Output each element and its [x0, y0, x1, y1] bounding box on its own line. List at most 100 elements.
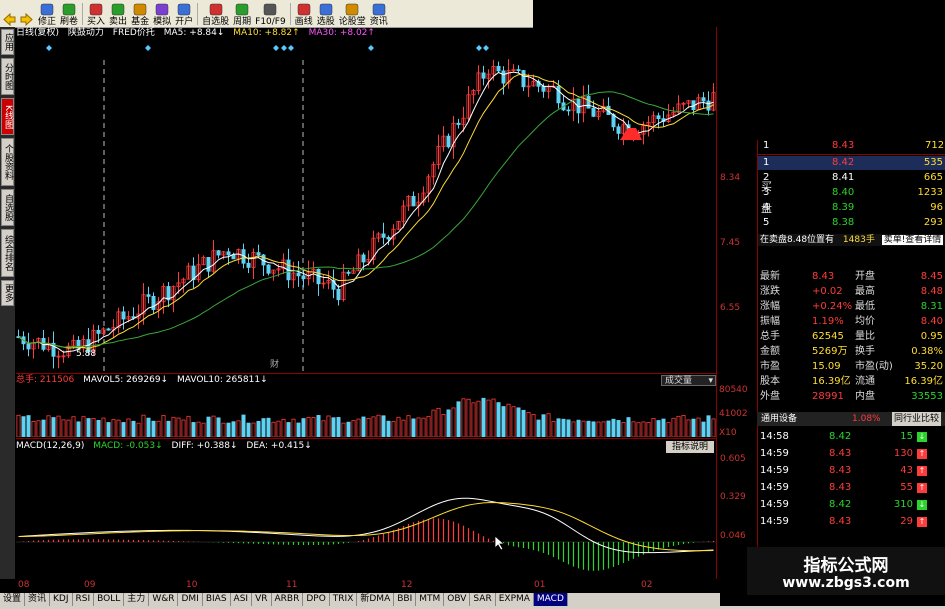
period-label[interactable]: 日线(复权) — [16, 28, 59, 38]
buy-row[interactable]: 5 8.38 293 — [757, 216, 945, 230]
indicator-tab-macd[interactable]: MACD — [533, 593, 568, 606]
buy-row[interactable]: 3 8.40 1233 — [757, 186, 945, 200]
toolbar-button-1[interactable]: 刷卷 — [58, 1, 80, 27]
indicator-tab-sar[interactable]: SAR — [470, 593, 496, 606]
volume-bar — [261, 418, 266, 437]
price-tick-1: 8.34 — [720, 173, 741, 183]
indicator-tab-mtm[interactable]: MTM — [416, 593, 445, 606]
side-tab-0[interactable]: 应用 — [1, 29, 14, 55]
up-arrow-icon: ↑ — [917, 466, 927, 476]
indicator-tab-boll[interactable]: BOLL — [94, 593, 125, 606]
buy-row[interactable]: 2 8.41 665 — [757, 171, 945, 185]
volume-bar — [76, 421, 81, 437]
indicator-tab-kdj[interactable]: KDJ — [50, 593, 73, 606]
indicator-tab-arbr[interactable]: ARBR — [272, 593, 304, 606]
tick-row: 14:59 8.43 55 ↑ — [757, 481, 945, 495]
volume-bar — [111, 419, 116, 437]
side-tab-3[interactable]: 个股资料 — [1, 138, 14, 186]
indicator-tab-vr[interactable]: VR — [252, 593, 272, 606]
quote-row: 最新 8.43 开盘 8.45 — [757, 270, 945, 284]
quote-label: 振幅 — [760, 316, 780, 327]
level: 1 — [763, 157, 770, 168]
quote-label: 涨跌 — [760, 286, 780, 297]
indicator-tab-trix[interactable]: TRIX — [330, 593, 358, 606]
volume-bar — [691, 418, 696, 437]
diff-line — [18, 497, 714, 554]
volume-bar — [666, 422, 671, 437]
toolbar-button-6[interactable]: 开户 — [173, 1, 195, 27]
buy-row[interactable]: 1 8.42 535 — [757, 156, 945, 170]
volume: 96 — [930, 202, 943, 213]
quote-value: 33553 — [911, 391, 943, 402]
volume-bar — [421, 417, 426, 437]
side-tab-4[interactable]: 自选股 — [1, 189, 14, 226]
quote-label: 市盈(动) — [855, 361, 893, 372]
toolbar-button-11[interactable]: 选股 — [315, 1, 337, 27]
indicator-tab-新dma[interactable]: 新DMA — [357, 593, 395, 606]
volume-bar — [171, 416, 176, 437]
toolbar-button-12[interactable]: 论股堂 — [337, 1, 368, 27]
tick-price: 8.43 — [829, 482, 852, 493]
indicator-help-button[interactable]: 指标说明 — [666, 441, 714, 453]
up-arrow-icon: ↑ — [917, 483, 927, 493]
signal-marker — [483, 45, 489, 51]
toolbar-button-5[interactable]: 模拟 — [151, 1, 173, 27]
toolbar-button-4[interactable]: 基金 — [129, 1, 151, 27]
candle-body — [226, 251, 231, 256]
kline-chart[interactable] — [16, 40, 716, 373]
sell-row[interactable]: 1 8.43 712 — [757, 140, 945, 154]
event-marker[interactable]: 财 — [270, 357, 279, 370]
toolbar-button-3[interactable]: 卖出 — [107, 1, 129, 27]
indicator-tab-设置[interactable]: 设置 — [0, 593, 26, 606]
toolbar-button-9[interactable]: F10/F9 — [253, 1, 288, 27]
toolbar-button-7[interactable]: 自选股 — [200, 1, 231, 27]
candle-body — [266, 264, 271, 274]
volume-bar — [186, 415, 191, 437]
back-button[interactable] — [0, 1, 18, 27]
volume-bar — [556, 418, 561, 437]
quote-value: 62545 — [812, 331, 844, 342]
indicator-tab-dmi[interactable]: DMI — [178, 593, 203, 606]
volume-dropdown[interactable]: 成交量 ▾ — [661, 375, 716, 386]
indicator-tab-dpo[interactable]: DPO — [303, 593, 330, 606]
industry-compare-button[interactable]: 同行业比较 — [892, 412, 942, 426]
indicator-tab-资讯[interactable]: 资讯 — [25, 593, 51, 606]
volume-chart[interactable] — [16, 387, 716, 437]
industry-bar[interactable]: 通用设备 1.08% 同行业比较 — [757, 412, 945, 426]
indicator-tab-rsi[interactable]: RSI — [73, 593, 95, 606]
toolbar-label: 修正 — [38, 17, 57, 27]
macd-chart[interactable] — [16, 454, 716, 579]
buy-row[interactable]: 4 8.39 96 — [757, 201, 945, 215]
candle-body — [381, 233, 386, 238]
volume-bar — [276, 420, 281, 437]
toolbar-button-2[interactable]: 买入 — [85, 1, 107, 27]
big-order-notice[interactable]: 在卖盘8.48位置有 1483手 卖单!查看详情 — [757, 234, 945, 246]
indicator-tab-bias[interactable]: BIAS — [203, 593, 231, 606]
toolbar-label: 刷卷 — [60, 17, 79, 27]
indicator-tab-w&r[interactable]: W&R — [149, 593, 179, 606]
indicator-tab-asi[interactable]: ASI — [231, 593, 253, 606]
volume: 535 — [923, 157, 943, 168]
toolbar-button-10[interactable]: 画线 — [293, 1, 315, 27]
indicator-tab-bbi[interactable]: BBI — [394, 593, 417, 606]
side-tab-5[interactable]: 综合排名 — [1, 229, 14, 277]
toolbar-button-0[interactable]: 修正 — [36, 1, 58, 27]
candle-body — [446, 135, 451, 148]
volume-bar — [656, 420, 661, 437]
indicator-tab-主力[interactable]: 主力 — [124, 593, 150, 606]
forward-button[interactable] — [18, 1, 36, 27]
signal-marker — [476, 45, 482, 51]
quote-label: 股本 — [760, 376, 780, 387]
side-tab-6[interactable]: 更多 — [1, 280, 14, 306]
indicator-tab-obv[interactable]: OBV — [444, 593, 471, 606]
toolbar-button-8[interactable]: 周期 — [231, 1, 253, 27]
volume-bar — [321, 420, 326, 437]
candle-body — [216, 250, 221, 256]
toolbar-button-13[interactable]: 资讯 — [368, 1, 390, 27]
side-tab-2[interactable]: K线图 — [1, 98, 14, 135]
volume-bar — [486, 399, 491, 437]
indicator-tab-expma[interactable]: EXPMA — [496, 593, 534, 606]
volume-bar — [686, 419, 691, 437]
ma10-value: MA10: +8.82 — [233, 28, 293, 38]
side-tab-1[interactable]: 分时图 — [1, 58, 14, 95]
